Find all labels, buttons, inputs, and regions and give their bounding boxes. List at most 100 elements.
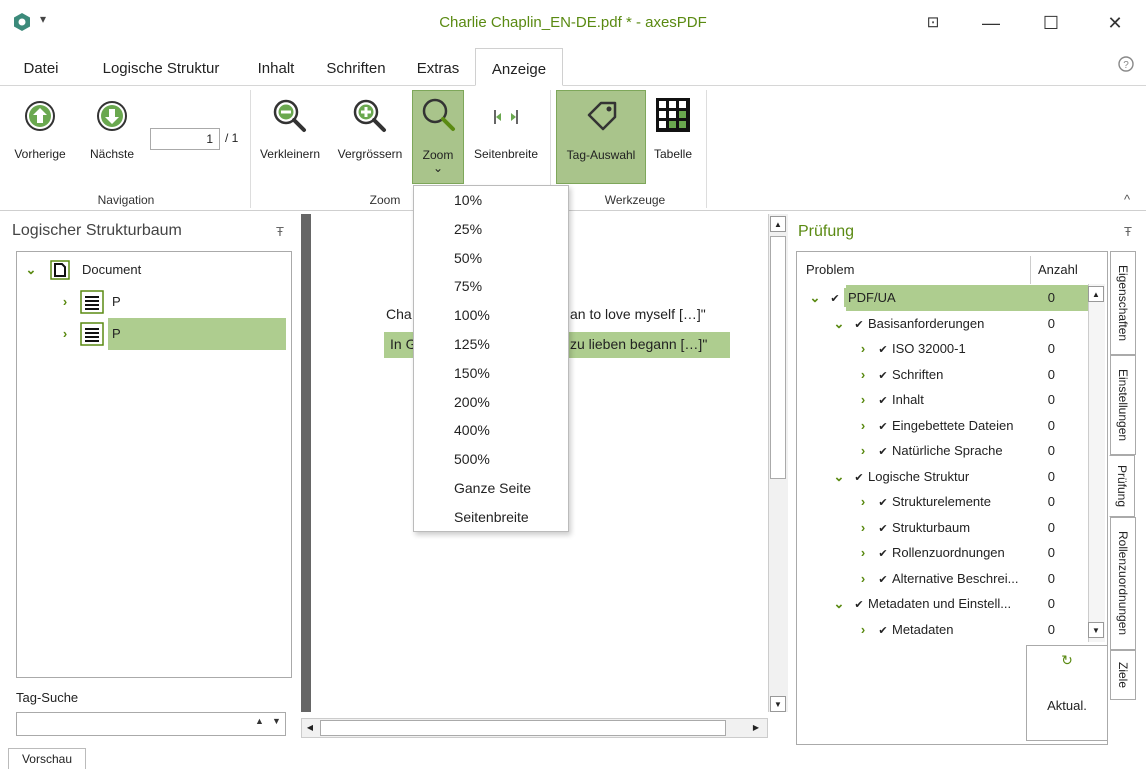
check-row[interactable]: › ✔ Strukturbaum 0 [800, 515, 1088, 541]
menu-schriften[interactable]: Schriften [316, 48, 396, 86]
zoom-button[interactable]: Zoom ⌄ [412, 90, 464, 184]
chevron-right-icon[interactable]: › [852, 413, 874, 439]
chevron-down-icon[interactable]: ⌄ [20, 254, 42, 286]
check-row-count: 0 [1047, 341, 1055, 356]
zoom-option-500[interactable]: 500% [414, 445, 568, 474]
tree-node-label: Document [82, 262, 142, 277]
zoom-option-200[interactable]: 200% [414, 388, 568, 417]
chevron-down-icon[interactable]: ⌄ [828, 591, 850, 617]
tag-select-button[interactable]: Tag-Auswahl [556, 90, 646, 184]
check-row[interactable]: ⌄ ✔ Logische Struktur 0 [800, 464, 1088, 490]
collapse-ribbon-icon[interactable]: ^ [1124, 192, 1130, 207]
app-menu-dropdown-icon[interactable]: ▾ [40, 12, 46, 26]
page-number-input[interactable]: 1 [150, 128, 220, 150]
menu-extras[interactable]: Extras [408, 48, 468, 86]
zoom-in-button[interactable]: Vergrössern [330, 90, 410, 184]
scroll-up-icon[interactable]: ▲ [770, 216, 786, 232]
check-row[interactable]: ⌄ ✔ Basisanforderungen 0 [800, 311, 1088, 337]
tree-node-document[interactable]: ⌄ Document [18, 254, 286, 286]
chevron-right-icon[interactable]: › [852, 515, 874, 541]
check-row[interactable]: › ✔ Natürliche Sprache 0 [800, 438, 1088, 464]
menu-logische-struktur[interactable]: Logische Struktur [86, 48, 236, 86]
check-row[interactable]: › ✔ ISO 32000-1 0 [800, 336, 1088, 362]
check-row-count: 0 [1047, 596, 1055, 611]
page-width-button[interactable]: Seitenbreite [466, 90, 546, 184]
tree-node-p[interactable]: › P [18, 286, 286, 318]
check-row[interactable]: › ✔ Metadaten 0 [800, 617, 1088, 643]
chevron-right-icon[interactable]: › [852, 336, 874, 362]
tag-search-input[interactable] [16, 712, 286, 736]
close-button[interactable]: ✕ [1090, 0, 1140, 46]
vertical-scroll-thumb[interactable] [770, 236, 786, 479]
chevron-down-icon[interactable]: ⌄ [828, 311, 850, 337]
tab-eigenschaften[interactable]: Eigenschaften [1110, 251, 1136, 355]
chevron-down-icon[interactable]: ⌄ [828, 464, 850, 490]
zoom-option-whole-page[interactable]: Ganze Seite [414, 474, 568, 503]
minimize-button[interactable]: — [966, 0, 1016, 46]
chevron-right-icon[interactable]: › [852, 387, 874, 413]
check-row[interactable]: › ✔ Rollenzuordnungen 0 [800, 540, 1088, 566]
column-problem[interactable]: Problem [806, 262, 854, 277]
menu-anzeige[interactable]: Anzeige [475, 48, 563, 86]
zoom-out-button[interactable]: Verkleinern [254, 90, 326, 184]
chevron-right-icon[interactable]: › [852, 438, 874, 464]
zoom-option-150[interactable]: 150% [414, 359, 568, 388]
scroll-down-icon[interactable]: ▼ [770, 696, 786, 712]
menu-datei[interactable]: Datei [14, 48, 68, 86]
check-scrollbar[interactable] [1088, 284, 1105, 642]
zoom-option-25[interactable]: 25% [414, 215, 568, 244]
pin-icon[interactable]: Ŧ [276, 224, 284, 239]
maximize-button[interactable]: ☐ [1026, 0, 1076, 46]
table-button[interactable]: Tabelle [648, 90, 698, 184]
check-row-label: Basisanforderungen [868, 315, 985, 331]
chevron-right-icon[interactable]: › [852, 566, 874, 592]
scroll-down-icon[interactable]: ▼ [1088, 622, 1104, 638]
chevron-right-icon[interactable]: › [54, 318, 76, 350]
zoom-option-75[interactable]: 75% [414, 272, 568, 301]
check-row[interactable]: › ✔ Schriften 0 [800, 362, 1088, 388]
check-row[interactable]: › ✔ Inhalt 0 [800, 387, 1088, 413]
previous-button[interactable]: Vorherige [6, 90, 74, 184]
check-row[interactable]: › ✔ Alternative Beschrei... 0 [800, 566, 1088, 592]
check-row-label: Natürliche Sprache [892, 443, 1003, 458]
tab-einstellungen[interactable]: Einstellungen [1110, 355, 1136, 455]
check-row[interactable]: ⌄ ✔ Metadaten und Einstell... 0 [800, 591, 1088, 617]
tab-ziele[interactable]: Ziele [1110, 650, 1136, 700]
tag-search-up-icon[interactable]: ▲ [255, 716, 264, 726]
paragraph-icon [80, 322, 104, 346]
menu-inhalt[interactable]: Inhalt [248, 48, 304, 86]
chevron-right-icon[interactable]: › [852, 617, 874, 643]
check-row[interactable]: › ✔ Strukturelemente 0 [800, 489, 1088, 515]
chevron-right-icon[interactable]: › [852, 489, 874, 515]
restore-button[interactable]: ⊡ [908, 0, 958, 46]
help-icon[interactable]: ? [1118, 56, 1134, 72]
refresh-button[interactable]: ↻ Aktual. [1026, 645, 1108, 741]
chevron-right-icon[interactable]: › [54, 286, 76, 318]
chevron-down-icon[interactable]: ⌄ [804, 285, 826, 311]
zoom-option-10[interactable]: 10% [414, 186, 568, 215]
app-logo-icon[interactable] [12, 12, 32, 32]
next-button[interactable]: Nächste [80, 90, 144, 184]
document-icon [50, 260, 70, 280]
tag-search-down-icon[interactable]: ▼ [272, 716, 281, 726]
chevron-right-icon[interactable]: › [852, 362, 874, 388]
zoom-option-page-width[interactable]: Seitenbreite [414, 503, 568, 532]
tag-icon [587, 101, 617, 131]
pin-icon[interactable]: Ŧ [1124, 224, 1132, 239]
horizontal-scroll-thumb[interactable] [320, 720, 726, 736]
chevron-right-icon[interactable]: › [852, 540, 874, 566]
scroll-up-icon[interactable]: ▲ [1088, 286, 1104, 302]
zoom-option-400[interactable]: 400% [414, 416, 568, 445]
scroll-right-icon[interactable]: ▶ [748, 720, 764, 736]
preview-tab[interactable]: Vorschau [8, 748, 86, 769]
zoom-option-100[interactable]: 100% [414, 301, 568, 330]
check-row[interactable]: › ✔ Eingebettete Dateien 0 [800, 413, 1088, 439]
tree-node-p[interactable]: › P [18, 318, 286, 350]
tab-pruefung[interactable]: Prüfung [1109, 455, 1135, 517]
tab-rollenzuordnungen[interactable]: Rollenzuordnungen [1110, 517, 1136, 650]
check-row[interactable]: ⌄ ✔ PDF/UA 0 [800, 285, 1088, 311]
scroll-left-icon[interactable]: ◀ [302, 720, 318, 736]
zoom-option-50[interactable]: 50% [414, 244, 568, 273]
column-count[interactable]: Anzahl [1038, 262, 1078, 277]
zoom-option-125[interactable]: 125% [414, 330, 568, 359]
